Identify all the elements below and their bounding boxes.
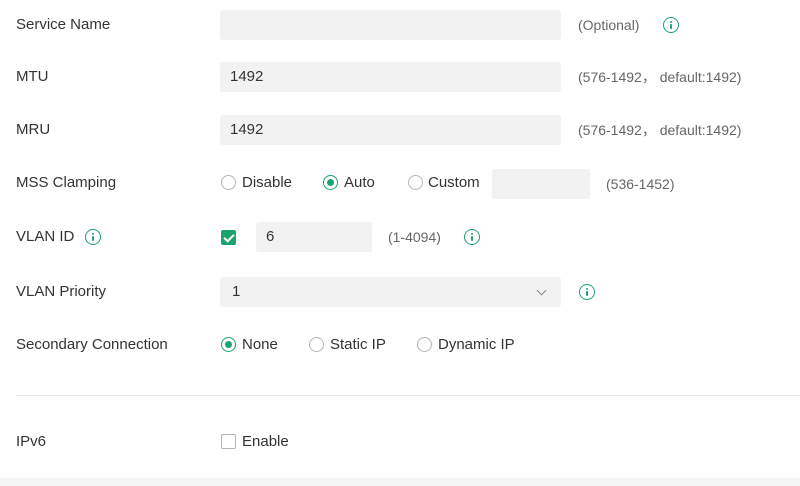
secondary-static-ip-radio[interactable] — [309, 337, 324, 352]
secondary-none-radio[interactable] — [221, 337, 236, 352]
info-icon[interactable] — [663, 17, 679, 33]
service-name-label: Service Name — [16, 16, 111, 33]
mss-disable-label[interactable]: Disable — [242, 173, 292, 193]
vlan-id-input[interactable]: 6 — [256, 222, 372, 252]
vlan-id-checkbox[interactable] — [221, 230, 236, 245]
mru-label: MRU — [16, 121, 51, 138]
mru-input[interactable]: 1492 — [220, 115, 561, 145]
mss-custom-radio[interactable] — [408, 175, 423, 190]
ipv6-row: IPv6 Enable — [0, 431, 800, 455]
vlan-priority-value: 1 — [232, 283, 241, 300]
service-name-row: Service Name (Optional) — [0, 10, 800, 40]
secondary-static-ip-label[interactable]: Static IP — [330, 335, 386, 355]
mss-disable-radio[interactable] — [221, 175, 236, 190]
mss-auto-radio[interactable] — [323, 175, 338, 190]
info-icon[interactable] — [579, 284, 595, 300]
service-name-input[interactable] — [220, 10, 561, 40]
secondary-dynamic-ip-label[interactable]: Dynamic IP — [438, 335, 515, 355]
vlan-priority-row: VLAN Priority 1 — [0, 277, 800, 307]
chevron-down-icon — [536, 285, 547, 296]
vlan-id-hint: (1-4094) — [388, 229, 441, 245]
mss-custom-label[interactable]: Custom — [428, 173, 480, 193]
mtu-label: MTU — [16, 68, 49, 85]
mss-custom-input[interactable] — [492, 169, 590, 199]
secondary-connection-row: Secondary Connection None Static IP Dyna… — [0, 334, 800, 358]
mss-clamping-hint: (536-1452) — [606, 176, 675, 192]
mru-hint: (576-1492， default:1492) — [578, 122, 742, 138]
mss-clamping-label: MSS Clamping — [16, 174, 117, 191]
service-name-hint: (Optional) — [578, 17, 640, 33]
mtu-input[interactable]: 1492 — [220, 62, 561, 92]
mss-auto-label[interactable]: Auto — [344, 173, 375, 193]
secondary-dynamic-ip-radio[interactable] — [417, 337, 432, 352]
ipv6-enable-label[interactable]: Enable — [242, 432, 289, 452]
ipv6-label: IPv6 — [16, 433, 47, 450]
mss-clamping-row: MSS Clamping Disable Auto Custom (536-14… — [0, 168, 800, 200]
vlan-priority-label: VLAN Priority — [16, 283, 107, 300]
vlan-id-label: VLAN ID — [16, 228, 75, 245]
mru-row: MRU 1492 (576-1492， default:1492) — [0, 115, 800, 145]
vlan-priority-select[interactable]: 1 — [220, 277, 561, 307]
vlan-id-row: VLAN ID 6 (1-4094) — [0, 222, 800, 252]
section-divider — [16, 395, 800, 396]
mtu-row: MTU 1492 (576-1492， default:1492) — [0, 62, 800, 92]
info-icon[interactable] — [464, 229, 480, 245]
mtu-hint: (576-1492， default:1492) — [578, 69, 742, 85]
bottom-bar — [0, 478, 800, 486]
info-icon[interactable] — [85, 229, 101, 245]
secondary-connection-label: Secondary Connection — [16, 336, 168, 353]
secondary-none-label[interactable]: None — [242, 335, 278, 355]
ipv6-enable-checkbox[interactable] — [221, 434, 236, 449]
